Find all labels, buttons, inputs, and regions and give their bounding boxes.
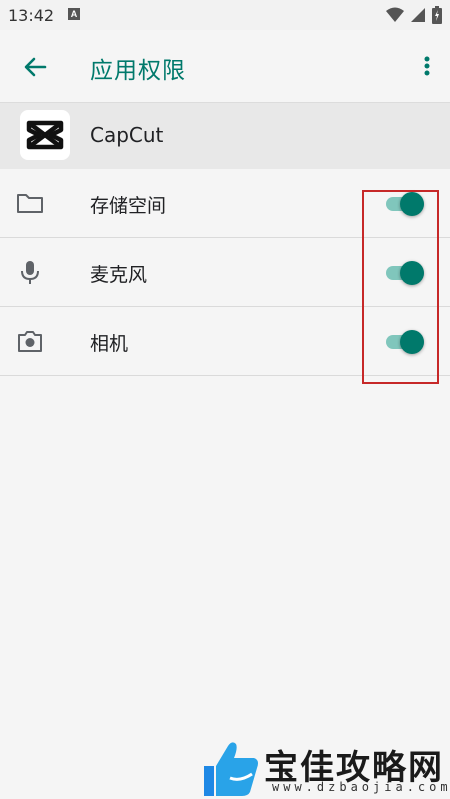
back-button[interactable] xyxy=(20,52,50,82)
permission-label: 相机 xyxy=(90,333,129,355)
notification-badge-icon: A xyxy=(68,8,80,20)
folder-icon xyxy=(16,189,44,217)
watermark: 宝佳攻略网 www.dzbaojia.com xyxy=(200,738,450,799)
status-icons xyxy=(386,6,442,24)
capcut-app-icon xyxy=(20,110,70,160)
camera-icon xyxy=(16,327,44,355)
status-time: 13:42 xyxy=(8,6,55,25)
signal-icon xyxy=(411,8,425,22)
permission-label: 麦克风 xyxy=(90,264,148,286)
page-title: 应用权限 xyxy=(90,58,186,84)
thumbs-up-logo-icon xyxy=(204,742,258,796)
app-name: CapCut xyxy=(90,123,164,147)
battery-icon xyxy=(432,6,442,24)
more-options-button[interactable] xyxy=(420,52,434,82)
highlight-annotation xyxy=(362,190,439,384)
watermark-url: www.dzbaojia.com xyxy=(272,780,450,794)
wifi-icon xyxy=(386,7,404,22)
app-header: CapCut xyxy=(0,103,450,169)
status-bar: 13:42 A xyxy=(0,0,450,30)
app-bar: 应用权限 xyxy=(0,30,450,103)
permission-label: 存储空间 xyxy=(90,195,167,217)
microphone-icon xyxy=(16,258,44,286)
arrow-left-icon xyxy=(24,57,47,77)
more-vert-icon xyxy=(424,56,430,76)
